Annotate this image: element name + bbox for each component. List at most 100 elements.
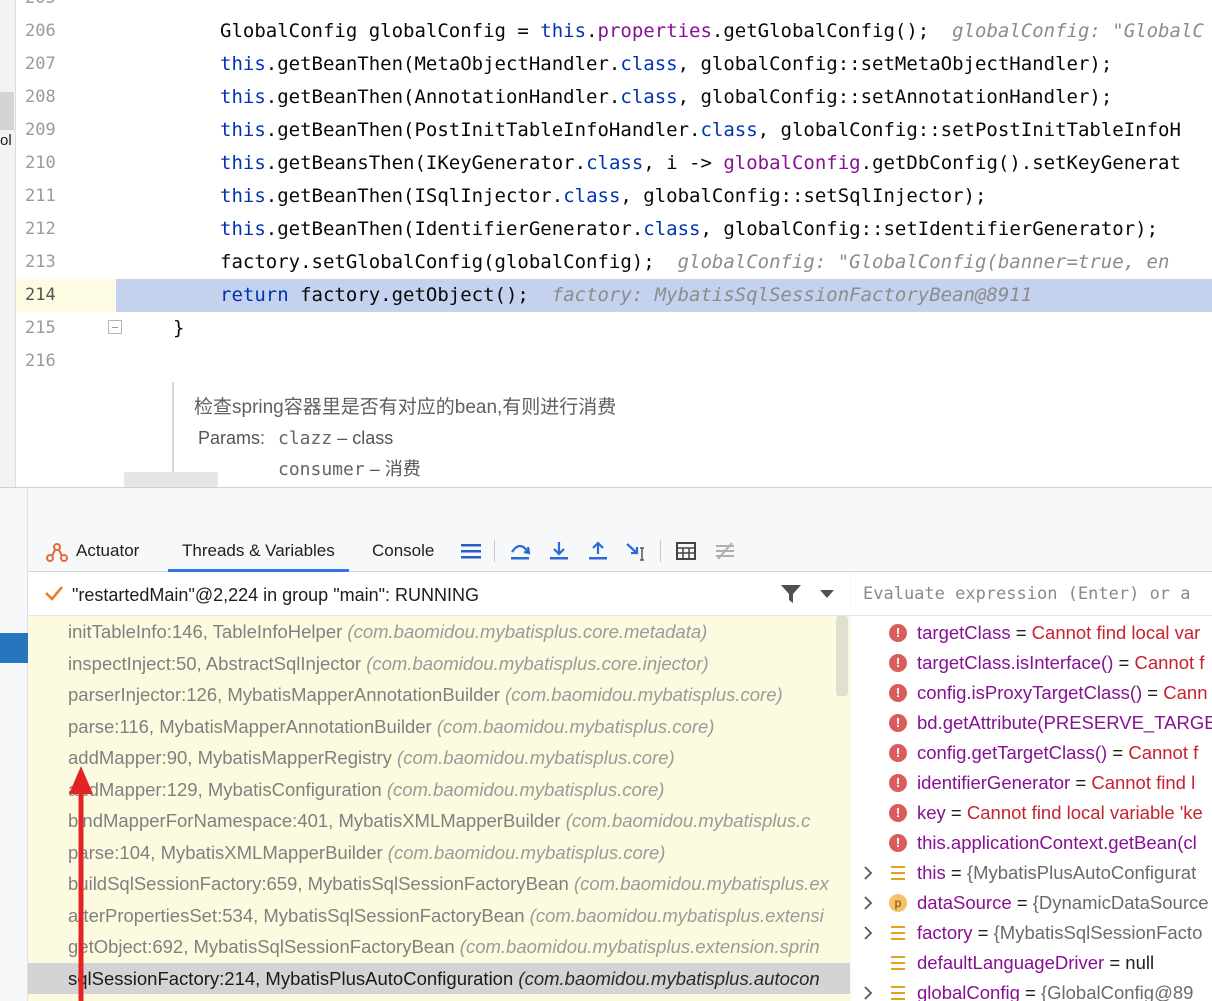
code-token: this bbox=[540, 20, 587, 42]
stack-frame[interactable]: bindMapperForNamespace:401, MybatisXMLMa… bbox=[28, 805, 850, 837]
code-line[interactable]: this.getBeanThen(ISqlInjector.class, glo… bbox=[116, 180, 1212, 213]
code-token: class bbox=[620, 53, 678, 75]
variable-row[interactable]: ! bd.getAttribute(PRESERVE_TARGE bbox=[851, 708, 1212, 738]
chevron-down-icon[interactable] bbox=[820, 590, 834, 599]
code-token: .getBeanThen(IdentifierGenerator. bbox=[265, 218, 644, 240]
frame-method: initTableInfo:146, TableInfoHelper bbox=[68, 621, 348, 642]
code-line[interactable]: this.getBeanThen(IdentifierGenerator.cla… bbox=[116, 213, 1212, 246]
run-to-cursor-icon[interactable] bbox=[624, 538, 650, 564]
variables-panel: Evaluate expression (Enter) or a ! target… bbox=[851, 572, 1212, 1001]
variable-row[interactable]: ! targetClass.isInterface() = Cannot f bbox=[851, 648, 1212, 678]
code-line[interactable]: this.getBeanThen(AnnotationHandler.class… bbox=[116, 81, 1212, 114]
variable-row[interactable]: defaultLanguageDriver = null bbox=[851, 948, 1212, 978]
tab-threads-variables[interactable]: Threads & Variables bbox=[168, 528, 349, 572]
code-token: , globalConfig::setMetaObjectHandler); bbox=[677, 53, 1113, 75]
code-token: , globalConfig::setPostInitTableInfoH bbox=[757, 119, 1181, 141]
variable-name: targetClass.isInterface() bbox=[917, 652, 1114, 673]
editor-horizontal-scrollbar[interactable] bbox=[124, 472, 218, 487]
error-icon: ! bbox=[889, 804, 907, 822]
stack-frame[interactable]: inspectInject:50, AbstractSqlInjector (c… bbox=[28, 648, 850, 680]
chevron-right-icon[interactable] bbox=[863, 866, 873, 880]
variable-name: this.applicationContext.getBean(cl bbox=[917, 832, 1197, 853]
tab-actuator[interactable]: Actuator bbox=[46, 528, 139, 572]
variable-name: config.isProxyTargetClass() bbox=[917, 682, 1143, 703]
code-line[interactable]: GlobalConfig globalConfig = this.propert… bbox=[116, 15, 1212, 48]
code-token: .getDbConfig().setKeyGenerat bbox=[860, 152, 1181, 174]
variable-row[interactable]: ! targetClass = Cannot find local var bbox=[851, 618, 1212, 648]
code-token: .getBeansThen(IKeyGenerator. bbox=[265, 152, 587, 174]
code-line[interactable]: this.getBeanThen(MetaObjectHandler.class… bbox=[116, 48, 1212, 81]
chevron-right-icon[interactable] bbox=[863, 986, 873, 1000]
line-number: 207 bbox=[25, 54, 56, 74]
thread-selector[interactable]: "restartedMain"@2,224 in group "main": R… bbox=[28, 572, 850, 616]
selected-stack-frame[interactable]: sqlSessionFactory:214, MybatisPlusAutoCo… bbox=[28, 962, 850, 994]
code-token: class bbox=[586, 152, 644, 174]
equals-sign: = bbox=[1019, 982, 1041, 1001]
side-strip-selected-button[interactable] bbox=[0, 633, 28, 663]
stack-frame[interactable]: addMapper:90, MybatisMapperRegistry (com… bbox=[28, 742, 850, 774]
variable-row[interactable]: ! config.isProxyTargetClass() = Cann bbox=[851, 678, 1212, 708]
step-over-icon[interactable] bbox=[507, 538, 533, 564]
variable-row[interactable]: globalConfig = {GlobalConfig@89 bbox=[851, 978, 1212, 1001]
stack-frame[interactable]: initTableInfo:146, TableInfoHelper (com.… bbox=[28, 616, 850, 648]
code-token: . bbox=[586, 20, 598, 42]
menu-icon[interactable] bbox=[458, 538, 484, 564]
step-into-icon[interactable] bbox=[546, 538, 572, 564]
frame-package: (com.baomidou.mybatisplus.extensi bbox=[529, 904, 824, 926]
stack-frame[interactable]: afterPropertiesSet:534, MybatisSqlSessio… bbox=[28, 900, 850, 932]
variable-row[interactable]: ! key = Cannot find local variable 'ke bbox=[851, 798, 1212, 828]
error-icon: ! bbox=[889, 714, 907, 732]
stack-frame[interactable]: parserInjector:126, MybatisMapperAnnotat… bbox=[28, 679, 850, 711]
variable-name: globalConfig bbox=[917, 982, 1020, 1001]
variable-row[interactable]: ! this.applicationContext.getBean(cl bbox=[851, 828, 1212, 858]
stack-frame[interactable]: buildSqlSessionFactory:659, MybatisSqlSe… bbox=[28, 868, 850, 900]
stack-frame[interactable]: getObject:692, MybatisSqlSessionFactoryB… bbox=[28, 931, 850, 963]
stack-frame[interactable]: parse:104, MybatisXMLMapperBuilder (com.… bbox=[28, 837, 850, 869]
frames-vertical-scrollbar[interactable] bbox=[836, 616, 848, 696]
variable-row[interactable]: factory = {MybatisSqlSessionFacto bbox=[851, 918, 1212, 948]
frames-panel: "restartedMain"@2,224 in group "main": R… bbox=[28, 572, 850, 1001]
inline-value-hint: globalConfig: "GlobalC bbox=[952, 20, 1204, 42]
code-line[interactable]: this.getBeansThen(IKeyGenerator.class, i… bbox=[116, 147, 1212, 180]
code-line[interactable]: factory.setGlobalConfig(globalConfig); g… bbox=[116, 246, 1212, 279]
code-token: this bbox=[220, 53, 266, 75]
evaluate-table-icon[interactable] bbox=[673, 538, 699, 564]
code-token: this bbox=[220, 185, 266, 207]
variable-row[interactable]: this = {MybatisPlusAutoConfigurat bbox=[851, 858, 1212, 888]
stack-frame[interactable]: addMapper:129, MybatisConfiguration (com… bbox=[28, 774, 850, 806]
tab-actuator-label: Actuator bbox=[76, 541, 140, 560]
code-text: GlobalConfig globalConfig = this.propert… bbox=[220, 15, 1204, 48]
tool-strip-button[interactable] bbox=[0, 92, 14, 130]
stack-frame[interactable]: parse:116, MybatisMapperAnnotationBuilde… bbox=[28, 711, 850, 743]
filter-icon[interactable] bbox=[780, 584, 802, 604]
evaluate-expression-placeholder: Evaluate expression (Enter) or a bbox=[863, 584, 1191, 604]
equals-sign: = bbox=[1107, 742, 1129, 763]
variable-name: key bbox=[917, 802, 946, 823]
mute-breakpoints-icon[interactable] bbox=[712, 538, 738, 564]
code-text: this.getBeanThen(ISqlInjector.class, glo… bbox=[220, 180, 986, 213]
variable-row[interactable]: p dataSource = {DynamicDataSource bbox=[851, 888, 1212, 918]
code-token: .getGlobalConfig(); bbox=[711, 20, 953, 42]
code-line[interactable]: } bbox=[116, 312, 1212, 345]
project-tool-strip: ol bbox=[0, 0, 16, 487]
code-editor[interactable]: ol 205206207208209210211212213214215216 … bbox=[0, 0, 1212, 487]
tab-console[interactable]: Console bbox=[372, 528, 434, 572]
current-execution-line[interactable]: return factory.getObject(); factory: Myb… bbox=[116, 279, 1212, 312]
evaluate-expression-field[interactable]: Evaluate expression (Enter) or a bbox=[851, 572, 1212, 616]
code-text: this.getBeansThen(IKeyGenerator.class, i… bbox=[220, 147, 1181, 180]
variable-row[interactable]: ! config.getTargetClass() = Cannot f bbox=[851, 738, 1212, 768]
tab-threads-label: Threads & Variables bbox=[182, 541, 335, 560]
variable-text: this = {MybatisPlusAutoConfigurat bbox=[917, 858, 1196, 888]
chevron-right-icon[interactable] bbox=[863, 896, 873, 910]
variable-row[interactable]: ! identifierGenerator = Cannot find l bbox=[851, 768, 1212, 798]
actuator-icon bbox=[46, 542, 68, 562]
code-line[interactable]: this.getBeanThen(PostInitTableInfoHandle… bbox=[116, 114, 1212, 147]
chevron-right-icon[interactable] bbox=[863, 926, 873, 940]
step-out-icon[interactable] bbox=[585, 538, 611, 564]
thread-label: "restartedMain"@2,224 in group "main": R… bbox=[72, 585, 479, 605]
code-token: this bbox=[220, 152, 266, 174]
variable-text: globalConfig = {GlobalConfig@89 bbox=[917, 978, 1193, 1001]
code-token: factory.setGlobalConfig(globalConfig); bbox=[220, 251, 678, 273]
line-number: 212 bbox=[25, 219, 56, 239]
frame-list[interactable]: sqlSessionFactory:214, MybatisPlusAutoCo… bbox=[28, 616, 850, 1001]
